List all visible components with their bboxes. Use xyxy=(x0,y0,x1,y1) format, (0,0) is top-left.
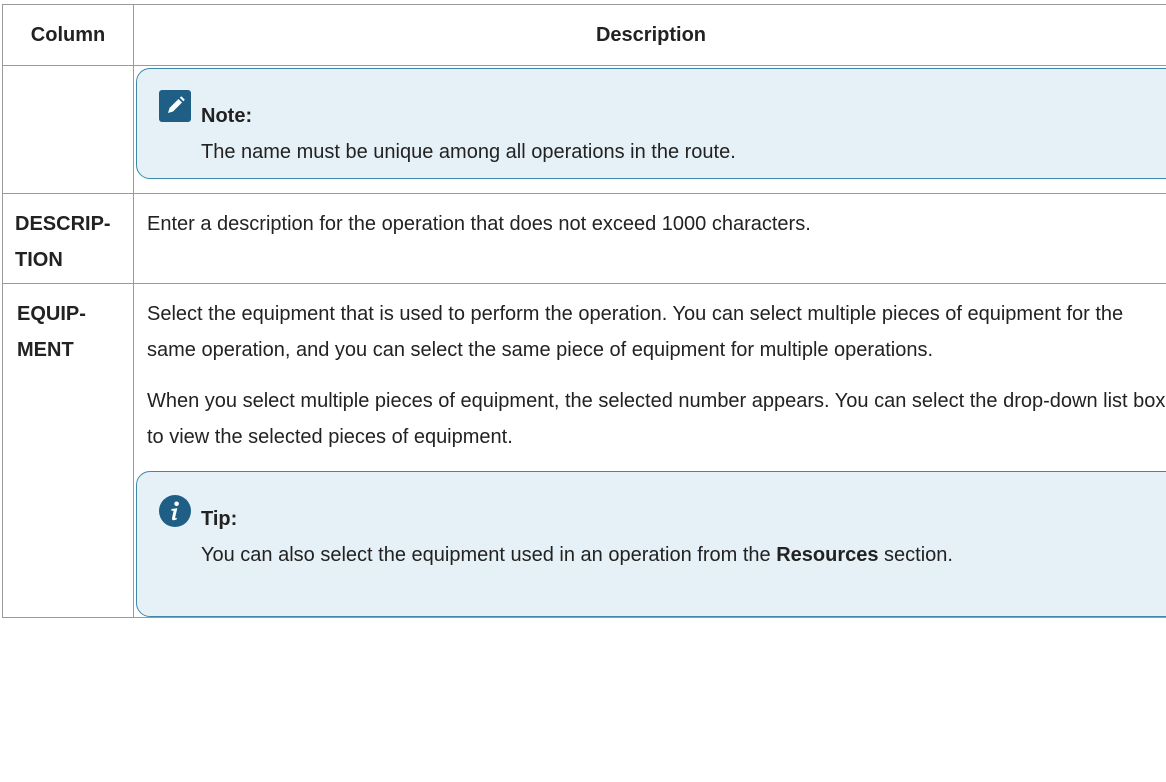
table-header-row: Column Description xyxy=(2,4,1166,66)
description-header: Description xyxy=(133,4,1166,66)
info-icon xyxy=(159,495,191,527)
table-row: EQUIP-MENT Select the equipment that is … xyxy=(2,283,1166,618)
tip-callout: Tip: You can also select the equipment u… xyxy=(136,471,1166,617)
row-term: EQUIP-MENT xyxy=(2,283,134,618)
row-term: DESCRIP-TION xyxy=(2,193,134,284)
parameters-table: Column Description Note: The name must b… xyxy=(2,4,1166,618)
row-term xyxy=(2,65,134,194)
table-row: Note: The name must be unique among all … xyxy=(2,65,1166,194)
column-header: Column xyxy=(2,4,134,66)
tip-text: You can also select the equipment used i… xyxy=(201,537,1166,573)
row-description: Note: The name must be unique among all … xyxy=(133,65,1166,194)
row-description: Enter a description for the operation th… xyxy=(133,193,1166,284)
description-paragraph: When you select multiple pieces of equip… xyxy=(147,390,1166,448)
tip-title: Tip: xyxy=(201,508,238,530)
description-paragraph: Select the equipment that is used to per… xyxy=(147,303,1124,361)
table-row: DESCRIP-TION Enter a description for the… xyxy=(2,193,1166,284)
note-text: The name must be unique among all operat… xyxy=(201,141,736,163)
note-callout: Note: The name must be unique among all … xyxy=(136,68,1166,179)
pencil-icon xyxy=(159,90,191,122)
resources-section-name: Resources xyxy=(776,544,879,566)
note-title: Note: xyxy=(201,105,253,127)
row-description: Select the equipment that is used to per… xyxy=(133,283,1166,618)
tip-text-before: You can also select the equipment used i… xyxy=(201,544,777,566)
tip-text-after: section. xyxy=(878,544,953,566)
description-text: Enter a description for the operation th… xyxy=(147,213,811,235)
